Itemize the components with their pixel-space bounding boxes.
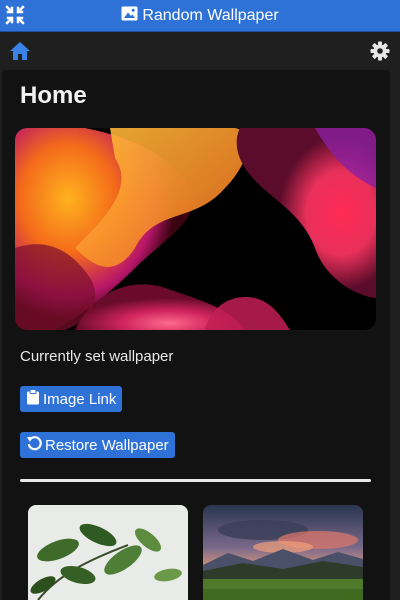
restore-wallpaper-button[interactable]: Restore Wallpaper [20, 432, 175, 458]
undo-icon [26, 435, 42, 455]
window-title: Random Wallpaper [121, 6, 279, 26]
collapse-icon[interactable] [4, 4, 26, 26]
image-link-label: Image Link [43, 390, 117, 408]
history-wallpaper-plant[interactable] [28, 505, 188, 600]
toolbar [0, 32, 400, 70]
current-wallpaper-image[interactable] [15, 128, 376, 330]
image-link-button[interactable]: Image Link [20, 386, 123, 412]
clipboard-icon [26, 389, 40, 409]
gear-icon[interactable] [368, 39, 392, 63]
main-panel: Home Currently set wallpaper Image Link … [2, 70, 390, 600]
restore-wallpaper-label: Restore Wallpaper [45, 436, 169, 454]
history-wallpaper-mountain-sunset[interactable] [203, 505, 363, 600]
page-title: Home [20, 82, 87, 109]
scrollbar[interactable] [390, 70, 400, 600]
home-icon[interactable] [8, 39, 32, 63]
window-title-text: Random Wallpaper [142, 6, 279, 24]
section-divider [20, 479, 371, 482]
title-bar: Random Wallpaper [0, 0, 400, 32]
current-wallpaper-caption: Currently set wallpaper [20, 348, 174, 365]
image-icon [121, 6, 138, 26]
